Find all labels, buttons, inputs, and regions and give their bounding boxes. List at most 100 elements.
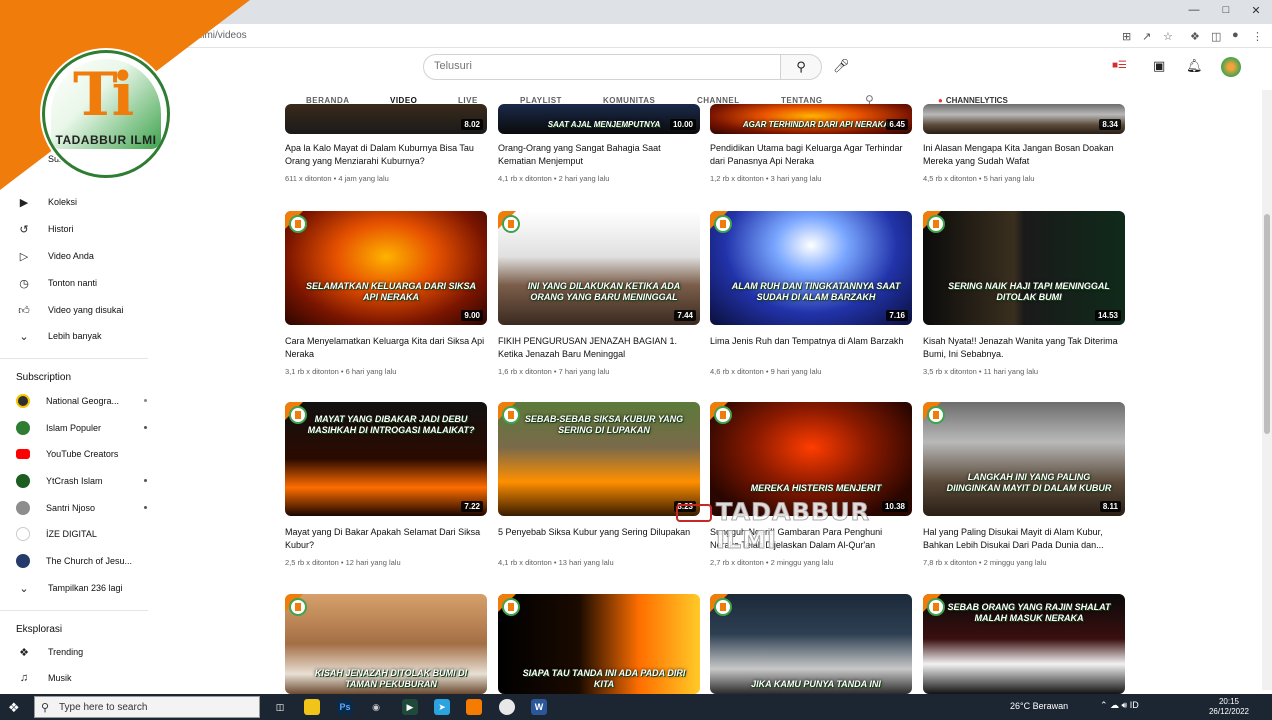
photoshop-icon[interactable]: Ps <box>337 699 353 715</box>
sidebar-item-histori[interactable]: ↺ Histori <box>16 219 146 239</box>
video-thumbnail[interactable]: SAAT AJAL MENJEMPUTNYA 10.00 <box>498 104 700 134</box>
install-icon[interactable]: ⊞ <box>1122 30 1131 43</box>
sidebar-item-video-disukai[interactable]: 👍︎ Video yang disukai <box>16 300 146 320</box>
video-title[interactable]: Hal yang Paling Disukai Mayit di Alam Ku… <box>923 526 1123 552</box>
search-icon: ⚲ <box>41 702 50 714</box>
subscription-label: YtCrash Islam <box>46 476 103 486</box>
watermark-arrow-icon <box>676 504 712 522</box>
telegram-icon[interactable]: ➤ <box>434 699 450 715</box>
subscription-item[interactable]: Islam Populer <box>16 418 147 438</box>
channel-badge-icon <box>289 215 307 233</box>
page-scrollbar[interactable] <box>1262 90 1272 690</box>
app-icon[interactable] <box>466 699 482 715</box>
sidebar-item-label: Video Anda <box>48 251 94 261</box>
video-duration: 8.11 <box>1099 501 1121 512</box>
new-content-dot-icon <box>144 506 147 509</box>
word-icon[interactable]: W <box>531 699 547 715</box>
system-tray-icons[interactable]: ⌃ ☁ 🔊︎ ID <box>1100 700 1139 711</box>
video-title[interactable]: Cara Menyelamatkan Keluarga Kita dari Si… <box>285 335 485 361</box>
subscription-item[interactable]: YtCrash Islam <box>16 471 147 491</box>
subscription-item[interactable]: Santri Njoso <box>16 498 147 518</box>
video-title[interactable]: Apa la Kalo Mayat di Dalam Kuburnya Bisa… <box>285 142 485 168</box>
sidebar-item-trending[interactable]: ❖ Trending <box>16 642 146 662</box>
taskbar-clock[interactable]: 20:15 26/12/2022 <box>1205 697 1253 717</box>
sidebar-item-label: Histori <box>48 224 74 234</box>
share-icon[interactable]: ↗ <box>1142 30 1151 43</box>
search-input[interactable] <box>434 60 764 72</box>
recorder-icon[interactable]: ◉ <box>368 699 384 715</box>
video-duration: 7.44 <box>674 310 696 321</box>
music-icon: ♫ <box>19 672 29 684</box>
scrollbar-thumb[interactable] <box>1264 214 1270 434</box>
windows-start-icon[interactable]: ❖ <box>8 700 20 716</box>
search-button[interactable]: ⚲ <box>780 54 822 80</box>
subscription-item[interactable]: İZE DIGITAL <box>16 524 146 544</box>
minimize-icon[interactable]: — <box>1186 4 1202 16</box>
video-duration: 7.16 <box>886 310 908 321</box>
video-duration: 8.02 <box>461 119 483 130</box>
search-box[interactable] <box>423 54 781 80</box>
video-duration: 6.45 <box>886 119 908 130</box>
video-thumbnail[interactable]: AGAR TERHINDAR DARI API NERAKA 6.45 <box>710 104 912 134</box>
video-thumbnail[interactable]: KISAH JENAZAH DITOLAK BUMI DI TAMAN PEKU… <box>285 594 487 694</box>
bookmark-star-icon[interactable]: ☆ <box>1163 30 1173 43</box>
create-video-icon[interactable]: ▣ <box>1153 58 1165 74</box>
app-icon[interactable]: ▶ <box>402 699 418 715</box>
video-thumbnail[interactable]: SERING NAIK HAJI TAPI MENINGGAL DITOLAK … <box>923 211 1125 325</box>
sidebar-show-more[interactable]: ⌄ Tampilkan 236 lagi <box>16 578 146 598</box>
subscription-item[interactable]: YouTube Creators <box>16 444 146 464</box>
video-title[interactable]: FIKIH PENGURUSAN JENAZAH BAGIAN 1. Ketik… <box>498 335 698 361</box>
video-thumbnail[interactable]: LANGKAH INI YANG PALING DIINGINKAN MAYIT… <box>923 402 1125 516</box>
logo-text: TADABBUR ILMI <box>55 133 157 147</box>
video-title[interactable]: 5 Penyebab Siksa Kubur yang Sering Dilup… <box>498 526 698 539</box>
video-title[interactable]: Mayat yang Di Bakar Apakah Selamat Dari … <box>285 526 485 552</box>
video-thumbnail[interactable]: SELAMATKAN KELUARGA DARI SIKSA API NERAK… <box>285 211 487 325</box>
maximize-icon[interactable]: □ <box>1218 4 1234 16</box>
close-icon[interactable]: ✕ <box>1248 4 1264 17</box>
sidebar-item-label: Koleksi <box>48 197 78 207</box>
video-title[interactable]: Lima Jenis Ruh dan Tempatnya di Alam Bar… <box>710 335 910 348</box>
video-meta: 4,1 rb x ditonton • 13 hari yang lalu <box>498 558 614 567</box>
video-title[interactable]: Orang-Orang yang Sangat Bahagia Saat Kem… <box>498 142 698 168</box>
video-thumbnail[interactable]: SEBAB-SEBAB SIKSA KUBUR YANG SERING DI L… <box>498 402 700 516</box>
video-meta: 7,8 rb x ditonton • 2 minggu yang lalu <box>923 558 1047 567</box>
sidebar-item-koleksi[interactable]: ▶ Koleksi <box>16 192 146 212</box>
video-thumbnail[interactable]: 8.02 <box>285 104 487 134</box>
video-views: 2,7 rb x ditonton <box>710 558 764 567</box>
subscription-item[interactable]: National Geogra... <box>16 391 147 411</box>
video-title[interactable]: Kisah Nyata!! Jenazah Wanita yang Tak Di… <box>923 335 1123 361</box>
video-age: 12 hari yang lalu <box>345 558 401 567</box>
microphone-icon[interactable]: 🎤︎ <box>833 58 850 74</box>
task-view-icon[interactable]: ◫ <box>272 699 288 715</box>
weather-text[interactable]: 26°C Berawan <box>1010 701 1068 711</box>
avatar[interactable] <box>1221 57 1241 77</box>
thumbnail-caption: SIAPA TAU TANDA INI ADA PADA DIRI KITA <box>522 668 686 689</box>
profile-icon[interactable]: ● <box>1232 29 1239 41</box>
sidebar-item-video-anda[interactable]: ▷ Video Anda <box>16 246 146 266</box>
video-thumbnail[interactable]: JIKA KAMU PUNYA TANDA INI <box>710 594 912 694</box>
video-thumbnail[interactable]: INI YANG DILAKUKAN KETIKA ADA ORANG YANG… <box>498 211 700 325</box>
video-thumbnail[interactable]: MAYAT YANG DIBAKAR JADI DEBU MASIHKAH DI… <box>285 402 487 516</box>
taskbar-search[interactable]: ⚲ Type here to search <box>34 696 260 718</box>
video-title[interactable]: Ini Alasan Mengapa Kita Jangan Bosan Doa… <box>923 142 1123 168</box>
sidebar-item-tonton-nanti[interactable]: ◷ Tonton nanti <box>16 273 146 293</box>
subscription-label: The Church of Jesu... <box>46 556 133 566</box>
video-thumbnail[interactable]: SIAPA TAU TANDA INI ADA PADA DIRI KITA <box>498 594 700 694</box>
menu-dots-icon[interactable]: ⋮ <box>1252 30 1263 43</box>
sidepanel-icon[interactable]: ◫ <box>1211 30 1221 43</box>
sidebar-item-musik[interactable]: ♫ Musik <box>16 668 146 688</box>
notifications-bell-icon[interactable]: 🔔︎ <box>1186 58 1203 74</box>
file-explorer-icon[interactable] <box>304 699 320 715</box>
thumbnail-caption: LANGKAH INI YANG PALING DIINGINKAN MAYIT… <box>946 472 1112 493</box>
chrome-icon[interactable] <box>499 699 515 715</box>
extension-badge-icon[interactable]: ■☰ <box>1112 60 1127 71</box>
search-icon: ⚲ <box>796 59 806 74</box>
video-thumbnail[interactable]: 8.34 <box>923 104 1125 134</box>
subscription-item[interactable]: The Church of Jesu... <box>16 551 146 571</box>
extensions-icon[interactable]: ❖ <box>1190 30 1200 43</box>
video-thumbnail[interactable]: ALAM RUH DAN TINGKATANNYA SAAT SUDAH DI … <box>710 211 912 325</box>
video-title[interactable]: Pendidikan Utama bagi Keluarga Agar Terh… <box>710 142 910 168</box>
sidebar-item-lebih-banyak[interactable]: ⌄ Lebih banyak <box>16 326 146 346</box>
video-thumbnail[interactable]: SEBAB ORANG YANG RAJIN SHALAT MALAH MASU… <box>923 594 1125 694</box>
show-more-label: Tampilkan 236 lagi <box>48 583 123 593</box>
